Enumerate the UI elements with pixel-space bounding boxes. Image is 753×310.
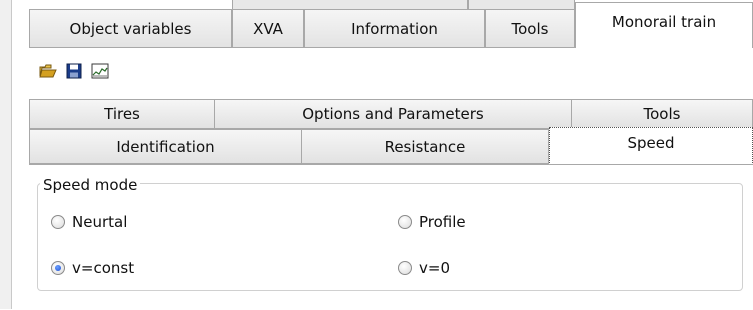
radio-button-unchecked[interactable] (398, 261, 412, 275)
tab-monorail-train[interactable]: Monorail train (575, 2, 753, 48)
tab-label: Tools (511, 19, 549, 38)
tab-label: Options and Parameters (302, 105, 484, 123)
radio-v-zero[interactable]: v=0 (398, 259, 450, 277)
save-button[interactable] (64, 61, 84, 81)
chart-button[interactable] (90, 61, 110, 81)
radio-button-unchecked[interactable] (398, 215, 412, 229)
radio-button-unchecked[interactable] (51, 215, 65, 229)
tab-identification[interactable]: Identification (29, 129, 302, 164)
radio-button-checked[interactable] (51, 261, 65, 275)
save-icon (66, 63, 82, 79)
tab-information[interactable]: Information (304, 9, 485, 47)
tab-object-variables[interactable]: Object variables (29, 9, 232, 47)
tab-speed[interactable]: Speed (549, 127, 753, 165)
tab-label: Speed (627, 134, 675, 152)
open-folder-button[interactable] (38, 61, 58, 81)
radio-label: v=const (72, 259, 135, 277)
radio-dot (55, 265, 61, 271)
radio-label: Profile (419, 213, 466, 231)
tab-label: XVA (253, 19, 283, 38)
radio-neurtal[interactable]: Neurtal (51, 213, 127, 231)
upper-tab-row-stub-2 (468, 0, 575, 9)
speed-mode-legend: Speed mode (40, 176, 141, 194)
tab-label: Object variables (69, 19, 192, 38)
toolbar (38, 58, 110, 84)
window-left-edge (0, 0, 12, 309)
tab-label: Resistance (384, 137, 466, 156)
tab-label: Tools (643, 105, 681, 123)
chart-icon (91, 63, 109, 79)
tab-tools[interactable]: Tools (485, 9, 575, 47)
radio-v-const[interactable]: v=const (51, 259, 134, 277)
radio-label: v=0 (419, 259, 450, 277)
open-folder-icon (39, 64, 57, 78)
tab-options-and-parameters[interactable]: Options and Parameters (214, 99, 572, 129)
tab-label: Monorail train (611, 13, 717, 31)
tab-label: Information (351, 19, 438, 38)
upper-tab-row-stub (232, 0, 468, 9)
tab-resistance[interactable]: Resistance (301, 129, 549, 164)
tab-xva[interactable]: XVA (232, 9, 304, 47)
tab-inner-tools[interactable]: Tools (571, 99, 753, 129)
radio-label: Neurtal (72, 213, 128, 231)
tab-label: Identification (116, 137, 215, 156)
radio-profile[interactable]: Profile (398, 213, 466, 231)
tab-label: Tires (104, 105, 140, 123)
speed-mode-group (37, 183, 743, 291)
tab-tires[interactable]: Tires (29, 99, 215, 129)
